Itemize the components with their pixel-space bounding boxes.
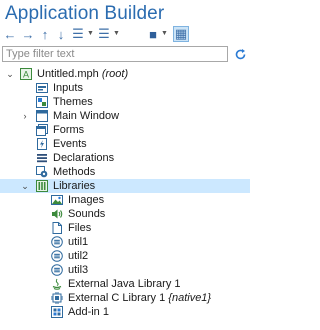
tree-item-label: Themes — [53, 96, 93, 108]
window-title: Application Builder — [5, 3, 165, 24]
inputs-icon — [36, 82, 48, 94]
filter-row — [0, 46, 250, 64]
libraries-icon — [36, 180, 48, 192]
utility-icon — [51, 250, 63, 262]
tree-item-label: Declarations — [53, 152, 115, 164]
toolbar: ← → ↑ ↓ ☰ ▼ ☰ ▼ ■ ▼ ▦ — [0, 26, 250, 44]
utility-icon — [51, 236, 63, 248]
tree-item-util3[interactable]: util3 — [0, 263, 250, 277]
arrow-right-icon[interactable]: → — [21, 26, 35, 42]
c-library-icon — [51, 292, 63, 304]
tree-item-sounds[interactable]: Sounds — [0, 207, 250, 221]
tree-item-label: Add-in 1 — [68, 306, 109, 318]
root-name: Untitled.mph — [37, 68, 99, 80]
tree-item-java-library[interactable]: External Java Library 1 — [0, 277, 250, 291]
application-icon: A — [20, 68, 32, 80]
tree-item-declarations[interactable]: Declarations — [0, 151, 250, 165]
tree-item-themes[interactable]: Themes — [0, 95, 250, 109]
chevron-down-icon[interactable]: ▼ — [161, 30, 168, 37]
utility-icon — [51, 264, 63, 276]
tree-item-label: Files — [68, 222, 92, 234]
forms-icon — [36, 124, 48, 136]
tree-root[interactable]: ⌄ A Untitled.mph (root) — [0, 67, 250, 81]
c-library-name: External C Library 1 — [68, 292, 166, 304]
tree-item-label: Sounds — [68, 208, 106, 220]
tree-item-add-in[interactable]: Add-in 1 — [0, 305, 250, 319]
methods-icon — [36, 166, 48, 178]
tree-item-label: External C Library 1 {native1} — [68, 292, 211, 304]
tree-item-label: util2 — [68, 250, 89, 262]
tree-item-label: Images — [68, 194, 105, 206]
filter-input[interactable] — [2, 46, 228, 62]
add-in-icon — [51, 306, 63, 318]
c-library-suffix: {native1} — [168, 292, 212, 304]
sounds-icon — [51, 208, 63, 220]
tree-item-util2[interactable]: util2 — [0, 249, 250, 263]
cube-icon[interactable]: ■ — [146, 26, 160, 42]
events-icon — [36, 138, 48, 150]
tree-root-label: Untitled.mph (root) — [37, 68, 128, 80]
tree-item-label: Main Window — [53, 110, 120, 122]
tree-item-libraries[interactable]: ⌄ Libraries — [0, 179, 250, 193]
tree-item-inputs[interactable]: Inputs — [0, 81, 250, 95]
tree-item-main-window[interactable]: › Main Window — [0, 109, 250, 123]
chevron-down-icon[interactable]: ⌄ — [20, 179, 30, 193]
images-icon — [51, 194, 63, 206]
tree-item-label: Forms — [53, 124, 85, 136]
tree-item-methods[interactable]: Methods — [0, 165, 250, 179]
tree-item-c-library[interactable]: External C Library 1 {native1} — [0, 291, 250, 305]
tree-item-label: util1 — [68, 236, 89, 248]
tree-item-images[interactable]: Images — [0, 193, 250, 207]
svg-text:A: A — [23, 70, 29, 80]
java-icon — [51, 278, 63, 290]
expand-list-icon[interactable]: ☰ — [97, 26, 111, 42]
root-suffix: (root) — [101, 68, 129, 80]
themes-icon — [36, 96, 48, 108]
collapse-list-icon[interactable]: ☰ — [71, 26, 85, 42]
tree-item-files[interactable]: Files — [0, 221, 250, 235]
model-tree-icon[interactable]: ▦ — [173, 26, 189, 42]
chevron-down-icon[interactable]: ⌄ — [5, 67, 15, 81]
tree-item-forms[interactable]: Forms — [0, 123, 250, 137]
tree-item-events[interactable]: Events — [0, 137, 250, 151]
tree-item-label: External Java Library 1 — [68, 278, 181, 290]
tree-item-util1[interactable]: util1 — [0, 235, 250, 249]
chevron-down-icon[interactable]: ▼ — [87, 30, 94, 37]
title-bar: Application Builder — [0, 0, 250, 24]
chevron-right-icon[interactable]: › — [20, 109, 30, 123]
declarations-icon — [36, 152, 48, 164]
tree-item-label: Inputs — [53, 82, 83, 94]
tree-item-label: Events — [53, 138, 87, 150]
tree-item-label: Libraries — [53, 180, 96, 192]
arrow-left-icon[interactable]: ← — [3, 26, 17, 42]
files-icon — [51, 222, 63, 234]
arrow-up-icon[interactable]: ↑ — [39, 26, 51, 42]
arrow-down-icon[interactable]: ↓ — [55, 26, 67, 42]
chevron-down-icon[interactable]: ▼ — [113, 30, 120, 37]
tree-item-label: util3 — [68, 264, 89, 276]
tree-item-label: Methods — [53, 166, 96, 178]
main-window-icon — [36, 110, 48, 122]
refresh-icon[interactable] — [232, 46, 248, 62]
